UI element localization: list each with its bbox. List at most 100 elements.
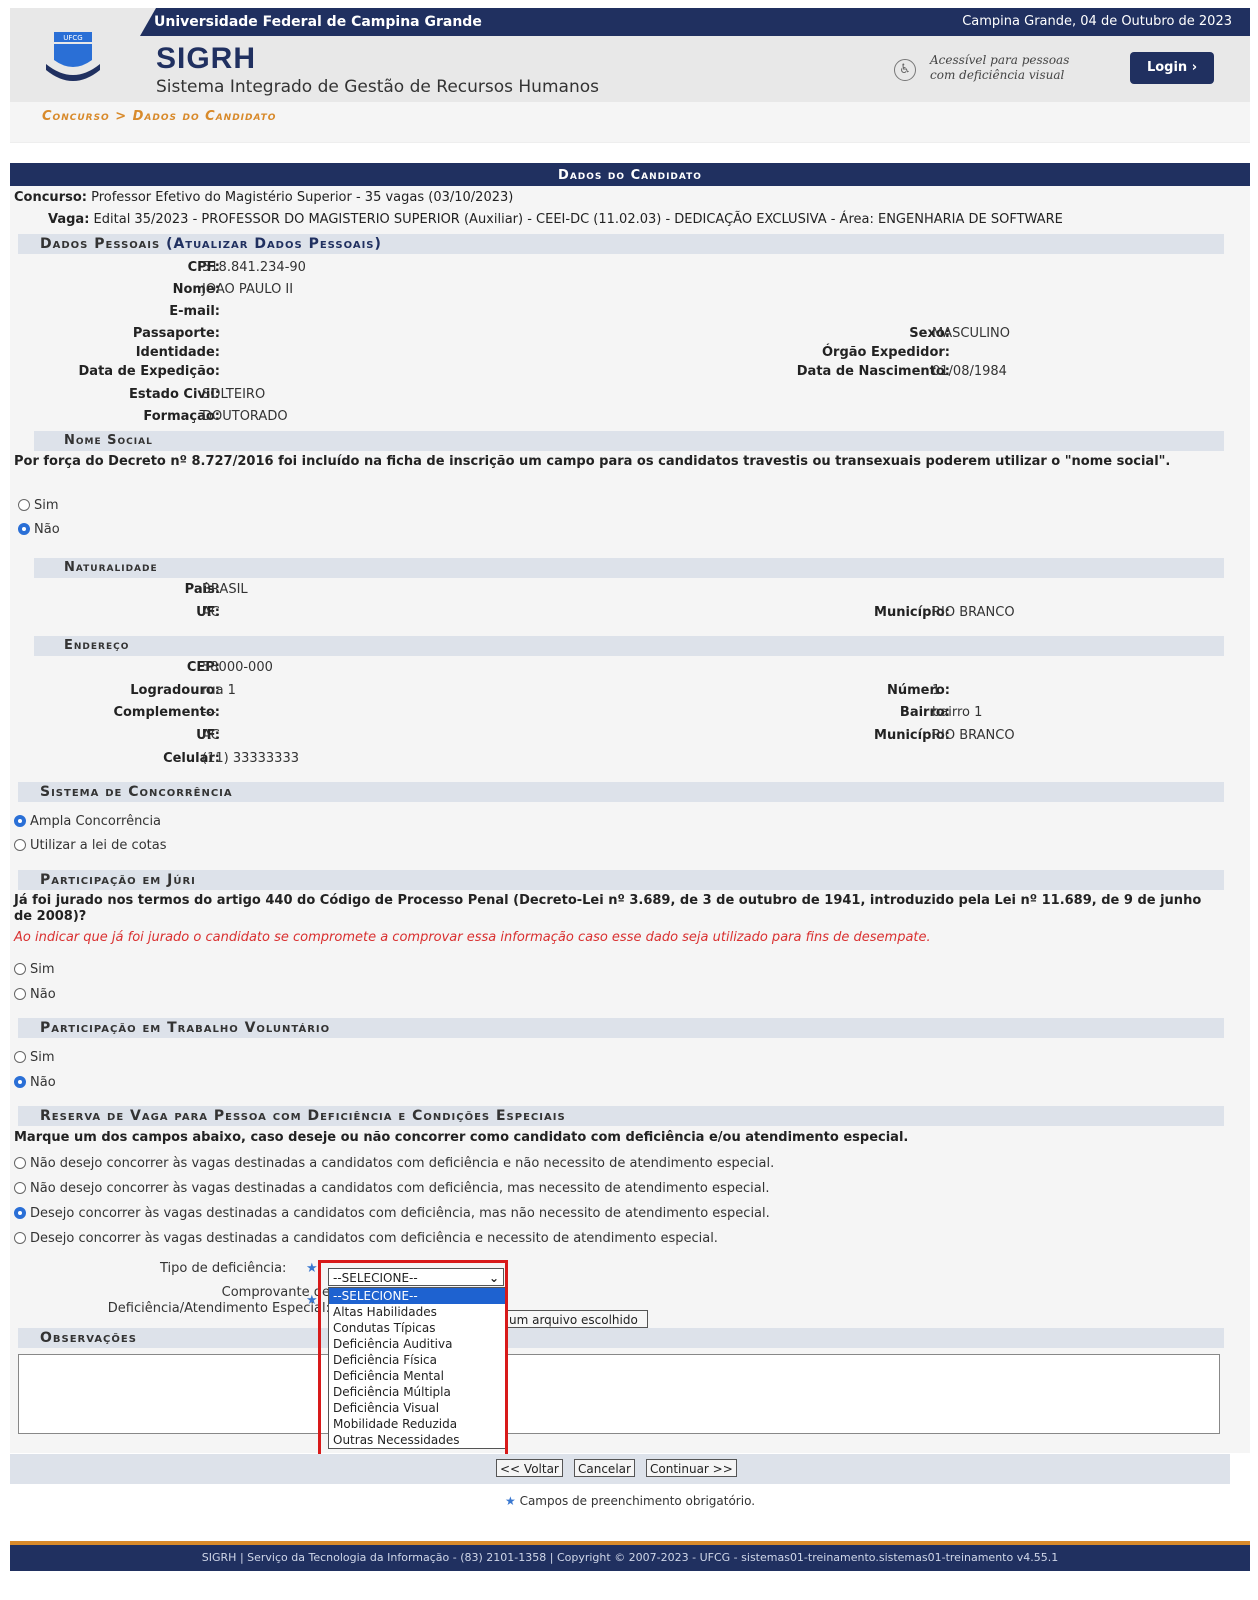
passaporte-label: Passaporte: (132, 326, 220, 341)
ufcg-logo-icon: UFCG (46, 32, 100, 81)
numero-label: Número: (886, 683, 950, 698)
municipio-value: RIO BRANCO (932, 605, 1015, 620)
vaga-row: Vaga: Edital 35/2023 - PROFESSOR DO MAGI… (48, 212, 1063, 227)
concurso-row: Concurso: Professor Efetivo do Magistéri… (14, 190, 513, 205)
bairro-value: bairro 1 (932, 705, 983, 720)
celular-value: (11) 33333333 (202, 751, 299, 766)
required-note-text: Campos de preenchimento obrigatório. (519, 1494, 756, 1508)
breadcrumb: Concurso > Dados do Candidato (10, 102, 1250, 143)
complemento-value: --- (202, 705, 217, 720)
accessibility-line-1: Acessível para pessoas (930, 53, 1070, 67)
observacoes-textarea[interactable] (18, 1354, 1220, 1434)
radio-label: Não desejo concorrer às vagas destinadas… (30, 1181, 770, 1196)
required-star-icon: ★ (504, 1494, 516, 1508)
system-title: SIGRH (156, 42, 257, 75)
identidade-label: Identidade: (135, 345, 220, 360)
form-body: Concurso: Professor Efetivo do Magistéri… (10, 186, 1250, 1453)
juri-warning: Ao indicar que já foi jurado o candidato… (14, 930, 931, 945)
accessibility-line-2: com deficiência visual (930, 68, 1065, 82)
nascimento-label: Data de Nascimento: (796, 364, 950, 379)
tipo-deficiencia-label: Tipo de deficiência: (160, 1261, 287, 1276)
pais-value: BRASIL (202, 582, 248, 597)
lei-cotas-radio[interactable]: Utilizar a lei de cotas (14, 838, 167, 853)
section-naturalidade: Naturalidade (34, 558, 1224, 578)
accessibility-icon[interactable]: ♿ (894, 59, 916, 81)
concurso-label: Concurso: (14, 190, 87, 205)
section-voluntario: Participação em Trabalho Voluntário (18, 1018, 1224, 1038)
header-date: Campina Grande, 04 de Outubro de 2023 (962, 14, 1232, 29)
system-full-name: Sistema Integrado de Gestão de Recursos … (156, 77, 599, 97)
cancelar-button[interactable]: Cancelar (574, 1459, 635, 1477)
endereco-uf-value: AC (202, 728, 220, 743)
radio-label: Não (34, 522, 60, 537)
reserva-option-3-radio[interactable]: Desejo concorrer às vagas destinadas a c… (14, 1206, 770, 1221)
juri-question: Já foi jurado nos termos do artigo 440 d… (14, 893, 1202, 924)
required-star-icon: ★ (306, 1261, 318, 1276)
svg-text:UFCG: UFCG (63, 34, 82, 42)
login-button[interactable]: Login › (1130, 52, 1214, 84)
formacao-value: DOUTORADO (202, 409, 288, 424)
radio-label: Desejo concorrer às vagas destinadas a c… (30, 1231, 718, 1246)
required-note: ★ Campos de preenchimento obrigatório. (10, 1494, 1250, 1508)
section-reserva-vaga: Reserva de Vaga para Pessoa com Deficiên… (18, 1106, 1224, 1126)
nome-social-nao-radio[interactable]: Não (18, 522, 60, 537)
reserva-instructions: Marque um dos campos abaixo, caso deseje… (14, 1130, 909, 1145)
breadcrumb-text[interactable]: Concurso > Dados do Candidato (42, 109, 276, 124)
required-star-icon: ★ (306, 1293, 318, 1308)
vaga-label: Vaga: (48, 212, 90, 227)
button-bar: << Voltar Cancelar Continuar >> (10, 1454, 1230, 1484)
concurso-value: Professor Efetivo do Magistério Superior… (91, 190, 514, 205)
page-footer: SIGRH | Serviço da Tecnologia da Informa… (10, 1541, 1250, 1571)
comprovante-file-input[interactable]: um arquivo escolhido (504, 1310, 648, 1328)
email-label: E-mail: (169, 304, 220, 319)
orgao-label: Órgão Expedidor: (822, 345, 950, 360)
logradouro-value: rua 1 (202, 683, 236, 698)
endereco-municipio-value: RIO BRANCO (932, 728, 1015, 743)
page-header: Universidade Federal de Campina Grande C… (10, 8, 1250, 102)
voluntario-nao-radio[interactable]: Não (14, 1075, 56, 1090)
radio-label: Ampla Concorrência (30, 814, 162, 829)
uf-value: AC (202, 605, 220, 620)
voltar-button[interactable]: << Voltar (496, 1459, 563, 1477)
radio-label: Sim (30, 1050, 55, 1065)
section-observacoes: Observações (18, 1328, 1224, 1348)
highlight-box (318, 1260, 508, 1462)
radio-label: Desejo concorrer às vagas destinadas a c… (30, 1206, 770, 1221)
comprovante-label-2: Deficiência/Atendimento Especial: (107, 1301, 330, 1316)
numero-value: 1 (932, 683, 941, 698)
university-name: Universidade Federal de Campina Grande (154, 14, 482, 30)
radio-label: Não (30, 1075, 56, 1090)
form-caption: Dados do Candidato (10, 163, 1250, 186)
ampla-concorrencia-radio[interactable]: Ampla Concorrência (14, 814, 161, 829)
juri-sim-radio[interactable]: Sim (14, 962, 55, 977)
cep-value: 58000-000 (202, 660, 273, 675)
section-endereco: Endereço (34, 636, 1224, 656)
nascimento-value: 01/08/1984 (932, 364, 1007, 379)
radio-label: Sim (34, 498, 59, 513)
reserva-option-4-radio[interactable]: Desejo concorrer às vagas destinadas a c… (14, 1231, 718, 1246)
sexo-value: MASCULINO (932, 326, 1010, 341)
vaga-value: Edital 35/2023 - PROFESSOR DO MAGISTERIO… (93, 212, 1063, 227)
radio-label: Não (30, 987, 56, 1002)
accessibility-link[interactable]: Acessível para pessoas com deficiência v… (930, 53, 1069, 83)
section-title: Dados Pessoais (40, 236, 161, 252)
continuar-button[interactable]: Continuar >> (646, 1459, 737, 1477)
reserva-option-1-radio[interactable]: Não desejo concorrer às vagas destinadas… (14, 1156, 774, 1171)
section-concorrencia: Sistema de Concorrência (18, 782, 1224, 802)
update-personal-data-link[interactable]: (Atualizar Dados Pessoais) (166, 236, 382, 252)
nome-value: JOAO PAULO II (202, 282, 294, 297)
section-dados-pessoais: Dados Pessoais (Atualizar Dados Pessoais… (18, 234, 1224, 254)
voluntario-sim-radio[interactable]: Sim (14, 1050, 55, 1065)
juri-nao-radio[interactable]: Não (14, 987, 56, 1002)
radio-label: Sim (30, 962, 55, 977)
file-status: um arquivo escolhido (509, 1313, 638, 1327)
nome-social-text: Por força do Decreto nº 8.727/2016 foi i… (14, 454, 1171, 469)
cpf-value: 518.841.234-90 (202, 260, 306, 275)
data-expedicao-label: Data de Expedição: (78, 364, 220, 379)
section-nome-social: Nome Social (34, 431, 1224, 451)
radio-label: Utilizar a lei de cotas (30, 838, 167, 853)
nome-social-sim-radio[interactable]: Sim (18, 498, 59, 513)
estado-civil-value: SOLTEIRO (202, 387, 266, 402)
radio-label: Não desejo concorrer às vagas destinadas… (30, 1156, 775, 1171)
reserva-option-2-radio[interactable]: Não desejo concorrer às vagas destinadas… (14, 1181, 770, 1196)
